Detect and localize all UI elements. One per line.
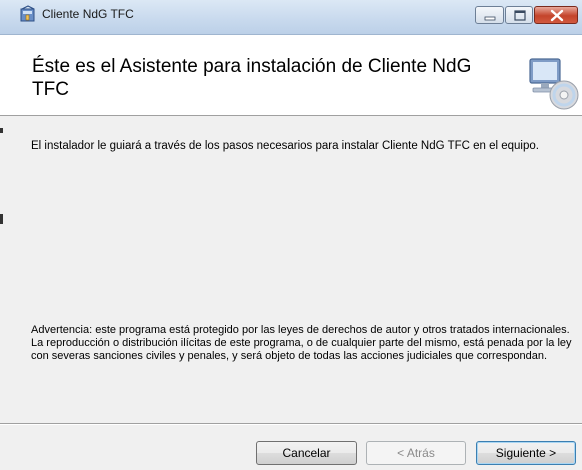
close-icon xyxy=(550,9,564,22)
cancel-button[interactable]: Cancelar xyxy=(256,441,357,465)
window-title: Cliente NdG TFC xyxy=(42,7,134,21)
installer-window: Cliente NdG TFC Éste es el Asistente par… xyxy=(0,0,582,470)
installer-app-icon xyxy=(19,5,37,23)
minimize-icon xyxy=(484,16,496,21)
computer-disc-icon xyxy=(524,55,580,111)
close-button[interactable] xyxy=(534,6,578,24)
wizard-title: Éste es el Asistente para instalación de… xyxy=(32,56,472,100)
minimize-button[interactable] xyxy=(475,6,504,24)
footer-divider xyxy=(0,423,582,425)
intro-text: El instalador le guiará a través de los … xyxy=(31,140,539,152)
maximize-icon xyxy=(514,10,526,21)
wizard-header: Éste es el Asistente para instalación de… xyxy=(0,35,582,116)
copyright-warning: Advertencia: este programa está protegid… xyxy=(31,324,572,362)
title-bar[interactable]: Cliente NdG TFC xyxy=(0,0,582,35)
left-edge-mark xyxy=(0,214,3,224)
maximize-button[interactable] xyxy=(505,6,533,24)
wizard-body: El instalador le guiará a través de los … xyxy=(0,116,582,422)
back-button[interactable]: < Atrás xyxy=(366,441,466,465)
next-button[interactable]: Siguiente > xyxy=(476,441,576,465)
left-edge-mark xyxy=(0,128,3,133)
